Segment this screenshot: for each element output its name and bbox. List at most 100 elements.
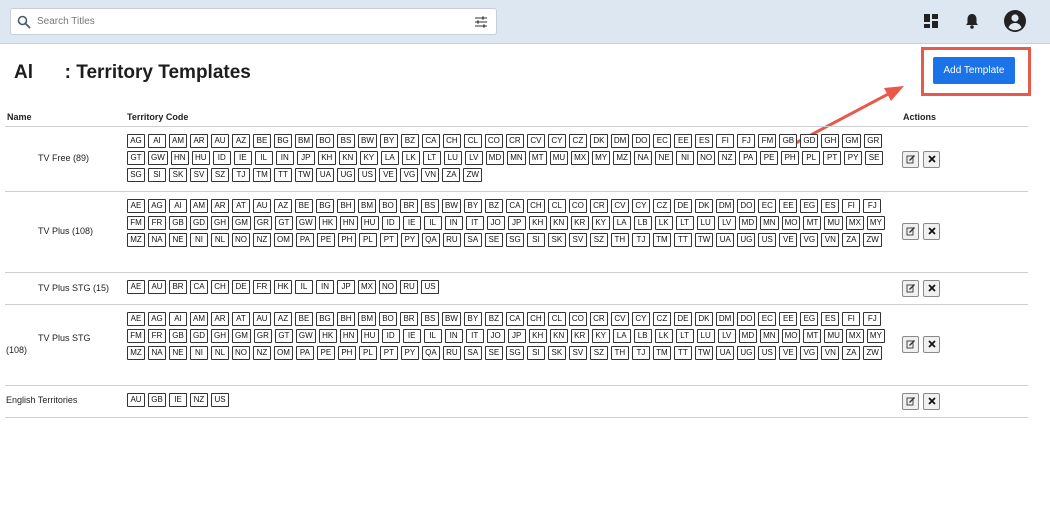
territory-code-chip: VN [821, 346, 840, 360]
territory-code-chip: SG [505, 233, 524, 247]
territory-code-chip: MU [549, 151, 569, 165]
template-name[interactable]: TV Plus (108) [38, 225, 93, 238]
territory-code-chip: GH [821, 134, 840, 148]
territory-code-chip: NO [697, 151, 716, 165]
territory-code-chip: ZA [442, 168, 461, 182]
delete-button[interactable] [923, 393, 940, 410]
territory-code-chip: GR [253, 329, 272, 343]
territory-code-chip: VG [800, 233, 819, 247]
territory-code-chip: AI [169, 199, 187, 213]
delete-button[interactable] [923, 336, 940, 353]
territory-code-chip: ES [695, 134, 714, 148]
template-name[interactable]: TV Free (89) [38, 152, 89, 165]
territory-code-chip: GB [148, 393, 166, 407]
account-circle-icon[interactable] [1003, 9, 1027, 33]
territory-code-chip: CZ [652, 199, 671, 213]
territory-code-chip: KH [317, 151, 336, 165]
territory-code-chip: NA [148, 233, 166, 247]
territory-code-chip: DO [737, 312, 756, 326]
territory-code-chip: GD [190, 216, 208, 230]
territory-code-chip: LB [633, 216, 652, 230]
territory-code-chip: GM [232, 329, 251, 343]
template-name[interactable]: English Territories [6, 394, 77, 407]
territory-code-chip: CA [505, 312, 524, 326]
territory-code-chip: PE [316, 233, 335, 247]
territory-code-chip: LK [401, 151, 420, 165]
territory-codes: AE AU BR CA CH DE FR HK IL IN JP MX NO RU US [127, 280, 895, 297]
territory-code-chip: MX [845, 329, 864, 343]
territory-code-chip: BZ [484, 312, 503, 326]
territory-code-chip: NE [655, 151, 674, 165]
territory-code-chip: BG [316, 199, 334, 213]
row-actions [902, 336, 944, 353]
territory-code-chip: EC [653, 134, 672, 148]
delete-button[interactable] [923, 223, 940, 240]
territory-code-chip: DK [589, 134, 608, 148]
edit-icon [906, 281, 916, 296]
territory-code-chip: HN [339, 216, 358, 230]
territory-code-chip: IN [444, 216, 463, 230]
territory-code-chip: ZW [863, 233, 882, 247]
territory-code-chip: AE [127, 280, 145, 294]
territory-code-chip: NZ [253, 233, 271, 247]
territory-code-chip: SZ [589, 233, 608, 247]
bell-icon[interactable] [961, 10, 983, 32]
territory-code-chip: BE [253, 134, 271, 148]
template-name[interactable]: TV Plus STG [38, 332, 91, 345]
territory-code-chip: NL [211, 346, 229, 360]
territory-code-chip: DE [232, 280, 250, 294]
filter-sliders-icon[interactable] [474, 15, 488, 29]
territory-code-chip: JO [486, 329, 505, 343]
territory-code-chip: KY [591, 329, 610, 343]
territory-code-chip: FR [148, 329, 166, 343]
territory-code-chip: TW [295, 168, 314, 182]
edit-button[interactable] [902, 280, 919, 297]
edit-button[interactable] [902, 336, 919, 353]
territory-code-chip: ZW [463, 168, 482, 182]
territory-code-chip: MO [781, 329, 801, 343]
template-name-continued[interactable]: (108) [6, 344, 27, 357]
search-box[interactable] [10, 8, 497, 35]
territory-code-chip: IE [233, 151, 252, 165]
territory-code-chip: PE [316, 346, 335, 360]
dashboard-icon[interactable] [920, 10, 942, 32]
table-row: TV Free (89) AG AI AM AR AU AZ BE BG BM BO BS BW BY B… [5, 127, 1028, 192]
territory-code-chip: KN [549, 216, 568, 230]
territory-code-chip: PA [295, 233, 314, 247]
territory-code-chip: IE [402, 329, 421, 343]
add-template-button[interactable]: Add Template [933, 57, 1015, 84]
territory-code-chip: UA [716, 233, 735, 247]
territory-code-chip: MU [824, 216, 843, 230]
table-row: English Territories AU GB IE NZ US [5, 386, 1028, 418]
territory-code-chip: PT [379, 346, 398, 360]
territory-code-chip: TM [253, 168, 271, 182]
territory-code-chip: GH [211, 329, 229, 343]
territory-code-chip: BR [400, 312, 418, 326]
territory-code-chip: NZ [718, 151, 737, 165]
territory-code-chip: AZ [232, 134, 250, 148]
edit-button[interactable] [902, 151, 919, 168]
territory-code-chip: TJ [631, 233, 650, 247]
edit-button[interactable] [902, 223, 919, 240]
territory-code-chip: MD [738, 329, 758, 343]
search-input[interactable] [37, 12, 467, 31]
delete-button[interactable] [923, 151, 940, 168]
territory-code-chip: ES [821, 199, 840, 213]
territory-code-chip: SA [463, 233, 482, 247]
edit-button[interactable] [902, 393, 919, 410]
territory-code-chip: MX [571, 151, 590, 165]
territory-code-chip: GT [274, 216, 293, 230]
territory-code-chip: LB [633, 329, 652, 343]
territory-code-chip: CY [631, 199, 650, 213]
territory-code-chip: CO [484, 134, 503, 148]
territory-code-chip: FJ [863, 199, 882, 213]
territory-code-chip: BE [295, 199, 313, 213]
template-name[interactable]: TV Plus STG (15) [38, 282, 109, 295]
column-header-name: Name [7, 112, 32, 122]
territory-code-chip: BO [379, 312, 397, 326]
delete-button[interactable] [923, 280, 940, 297]
territory-code-chip: MX [845, 216, 864, 230]
territory-code-chip: AU [253, 199, 271, 213]
territory-code-chip: AG [148, 199, 166, 213]
territory-code-chip: BY [379, 134, 398, 148]
